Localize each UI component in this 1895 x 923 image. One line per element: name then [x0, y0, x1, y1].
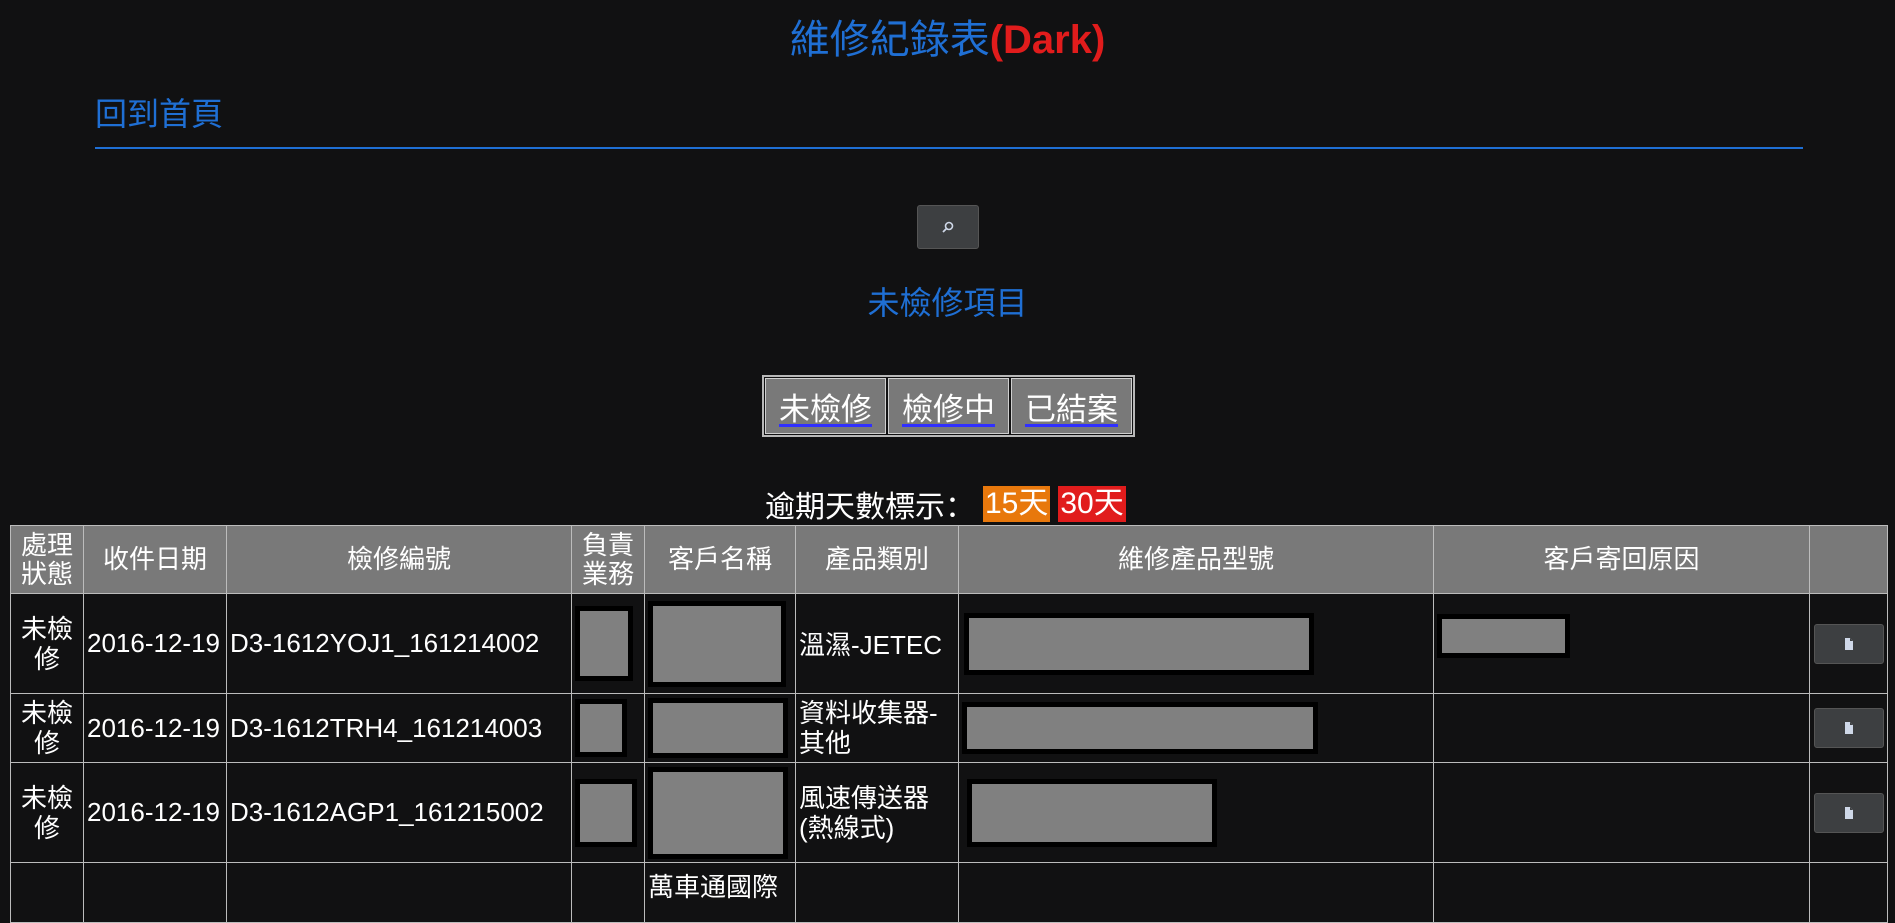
document-icon [1844, 722, 1853, 734]
row-customer [644, 762, 796, 863]
redacted-block [1437, 614, 1570, 658]
table-header-row: 處理狀態 收件日期 檢修編號 負責業務 客戶名稱 產品類別 維修產品型號 客戶寄… [10, 525, 1888, 594]
row-status [10, 862, 84, 923]
divider [95, 147, 1803, 149]
overdue-label: 逾期天數標示： [765, 491, 975, 524]
tab-in-repair[interactable]: 檢修中 [888, 378, 1009, 434]
row-status: 未檢修 [10, 693, 84, 763]
row-date: 2016-12-19 [83, 762, 227, 863]
row-category: 溫濕-JETEC [795, 593, 959, 694]
redacted-block [967, 778, 1217, 847]
row-status: 未檢修 [10, 762, 84, 863]
row-action [1809, 693, 1888, 763]
row-action [1809, 762, 1888, 863]
col-header-salesperson: 負責業務 [571, 525, 645, 594]
section-title: 未檢修項目 [867, 285, 1028, 321]
tab-unrepaired[interactable]: 未檢修 [765, 378, 886, 434]
tab-closed[interactable]: 已結案 [1011, 378, 1132, 434]
col-header-reason: 客戶寄回原因 [1433, 525, 1810, 594]
page-title: 維修紀錄表(Dark) [0, 14, 1895, 66]
redacted-block [648, 766, 788, 859]
row-category: 風速傳送器(熱線式) [795, 762, 959, 863]
row-customer: 萬車通國際 [644, 862, 796, 923]
status-tabs: 未檢修 檢修中 已結案 [762, 375, 1135, 437]
redacted-block [575, 778, 637, 847]
redacted-block [575, 606, 633, 681]
row-customer [644, 693, 796, 763]
row-status: 未檢修 [10, 593, 84, 694]
search-button[interactable] [917, 205, 979, 249]
row-salesperson [571, 862, 645, 923]
row-date [83, 862, 227, 923]
col-header-id: 檢修編號 [226, 525, 572, 594]
redacted-block [964, 612, 1314, 675]
col-header-date: 收件日期 [83, 525, 227, 594]
row-reason [1433, 762, 1810, 863]
row-reason [1433, 593, 1810, 694]
row-model [958, 593, 1434, 694]
row-model [958, 693, 1434, 763]
table-row[interactable]: 未檢修 2016-12-19 D3-1612TRH4_161214003 資料收… [10, 693, 1888, 763]
row-action [1809, 862, 1888, 923]
redacted-block [575, 699, 627, 757]
col-header-category: 產品類別 [795, 525, 959, 594]
redacted-block [648, 698, 788, 758]
badge-30-days: 30天 [1058, 486, 1126, 522]
redacted-block [962, 702, 1318, 754]
redacted-block [648, 600, 786, 687]
col-header-model: 維修產品型號 [958, 525, 1434, 594]
table-row[interactable]: 未檢修 2016-12-19 D3-1612YOJ1_161214002 溫濕-… [10, 593, 1888, 694]
col-header-action [1809, 525, 1888, 594]
badge-15-days: 15天 [983, 486, 1051, 522]
row-reason [1433, 862, 1810, 923]
row-date: 2016-12-19 [83, 693, 227, 763]
row-reason [1433, 693, 1810, 763]
row-model [958, 762, 1434, 863]
search-icon [942, 221, 954, 233]
view-record-button[interactable] [1813, 708, 1884, 748]
view-record-button[interactable] [1813, 623, 1884, 664]
row-id: D3-1612AGP1_161215002 [226, 762, 572, 863]
col-header-status: 處理狀態 [10, 525, 84, 594]
page-title-suffix: (Dark) [989, 18, 1106, 62]
document-icon [1844, 637, 1853, 650]
row-salesperson [571, 693, 645, 763]
row-date: 2016-12-19 [83, 593, 227, 694]
row-id: D3-1612TRH4_161214003 [226, 693, 572, 763]
row-model [958, 862, 1434, 923]
home-link[interactable]: 回到首頁 [95, 89, 223, 135]
table-row[interactable]: 萬車通國際 [10, 862, 1888, 923]
row-salesperson [571, 762, 645, 863]
table-row[interactable]: 未檢修 2016-12-19 D3-1612AGP1_161215002 風速傳… [10, 762, 1888, 863]
row-category [795, 862, 959, 923]
overdue-legend: 逾期天數標示： 15天 30天 [765, 486, 1126, 524]
row-id [226, 862, 572, 923]
document-icon [1844, 806, 1853, 819]
row-customer [644, 593, 796, 694]
view-record-button[interactable] [1813, 792, 1884, 833]
row-category: 資料收集器-其他 [795, 693, 959, 763]
row-action [1809, 593, 1888, 694]
col-header-customer: 客戶名稱 [644, 525, 796, 594]
page-title-main: 維修紀錄表 [789, 18, 990, 62]
repair-table: 處理狀態 收件日期 檢修編號 負責業務 客戶名稱 產品類別 維修產品型號 客戶寄… [10, 525, 1888, 923]
row-salesperson [571, 593, 645, 694]
row-id: D3-1612YOJ1_161214002 [226, 593, 572, 694]
